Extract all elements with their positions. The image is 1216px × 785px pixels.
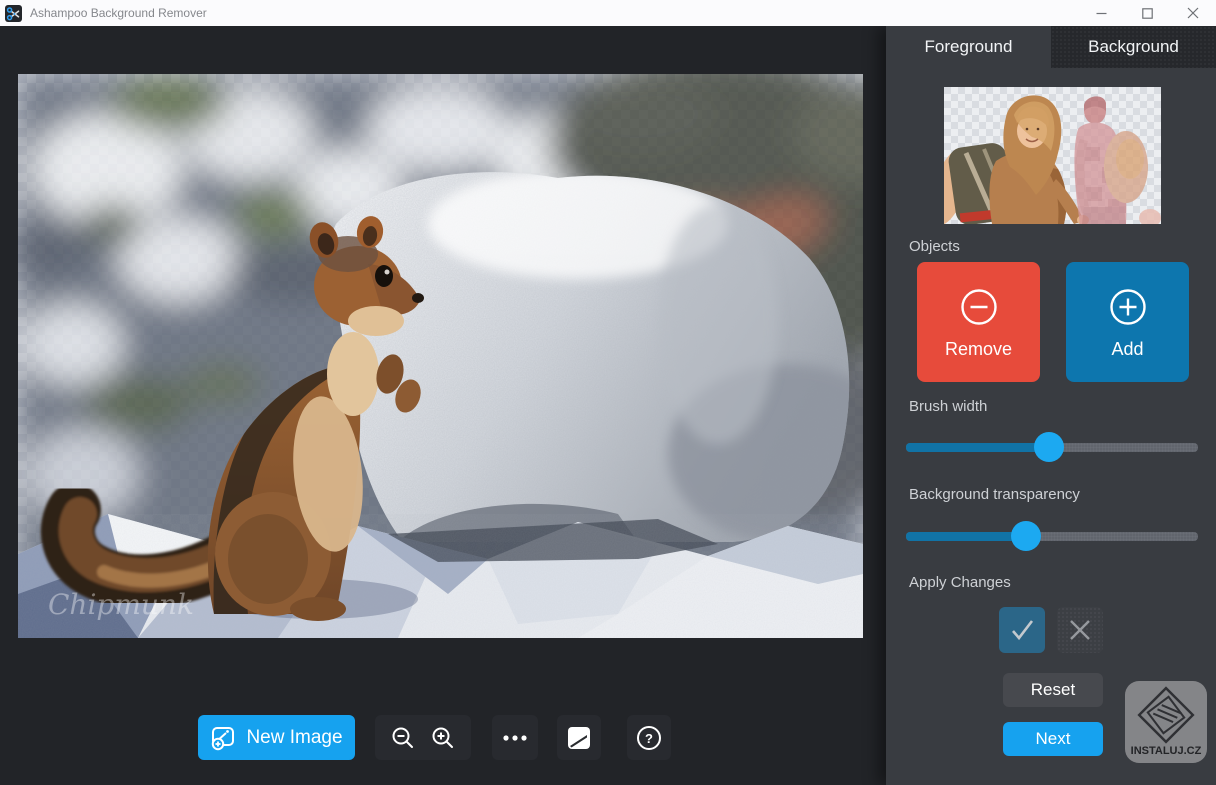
brush-width-label: Brush width [909, 398, 988, 415]
circle-minus-icon [960, 289, 997, 325]
apply-discard-button[interactable] [1057, 607, 1103, 653]
background-toggle-button[interactable] [557, 715, 601, 760]
window-controls [1078, 0, 1216, 26]
app-window: Ashampoo Background Remover Chipmunk New… [0, 0, 1216, 785]
sidebar-tabs: Foreground Background [886, 26, 1216, 68]
help-icon: ? [637, 725, 661, 750]
slider-thumb[interactable] [1010, 521, 1041, 551]
slider-thumb[interactable] [1034, 432, 1065, 462]
window-title: Ashampoo Background Remover [30, 6, 207, 20]
objects-buttons: Remove Add [917, 262, 1189, 382]
brush-width-slider[interactable] [906, 432, 1198, 462]
new-image-button[interactable]: New Image [198, 715, 355, 760]
objects-label: Objects [909, 238, 960, 255]
maximize-icon [1141, 7, 1153, 19]
apply-confirm-button[interactable] [999, 607, 1045, 653]
x-icon [1070, 620, 1090, 640]
apply-changes-buttons [999, 607, 1103, 653]
tab-foreground[interactable]: Foreground [886, 26, 1051, 68]
apply-changes-label: Apply Changes [909, 574, 1011, 591]
image-plus-icon [212, 727, 235, 751]
svg-text:?: ? [645, 731, 653, 746]
close-button[interactable] [1170, 0, 1216, 26]
add-button[interactable]: Add [1066, 262, 1189, 382]
background-transparency-label: Background transparency [909, 486, 1080, 503]
reset-button[interactable]: Reset [1003, 673, 1103, 707]
photo-watermark: Chipmunk [48, 588, 194, 621]
compare-icon [568, 726, 590, 749]
minimize-button[interactable] [1078, 0, 1124, 26]
instaluj-watermark-text: INSTALUJ.CZ [1131, 745, 1202, 757]
ellipsis-icon [503, 734, 527, 741]
scissors-icon [5, 4, 22, 22]
preview-thumbnail [944, 87, 1161, 224]
remove-button[interactable]: Remove [917, 262, 1040, 382]
slider-fill [906, 531, 1026, 541]
tab-foreground-label: Foreground [924, 37, 1013, 56]
zoom-out-icon[interactable] [390, 725, 416, 751]
tab-background[interactable]: Background [1051, 26, 1216, 68]
zoom-button-group [375, 715, 471, 760]
add-button-label: Add [1111, 339, 1144, 359]
main-area: Chipmunk New Image ? [0, 26, 886, 785]
remove-button-label: Remove [944, 339, 1013, 359]
new-image-label: New Image [246, 726, 343, 748]
check-icon [1012, 620, 1034, 641]
next-button[interactable]: Next [1003, 722, 1103, 756]
canvas-image[interactable]: Chipmunk [18, 74, 863, 638]
minimize-icon [1096, 12, 1106, 14]
sidebar: Foreground Background Objects Remove Add… [886, 26, 1216, 785]
slider-fill [906, 442, 1050, 452]
help-button[interactable]: ? [627, 715, 671, 760]
close-icon [1187, 7, 1199, 19]
more-options-button[interactable] [492, 715, 538, 760]
maximize-button[interactable] [1124, 0, 1170, 26]
background-transparency-slider[interactable] [906, 521, 1198, 551]
instaluj-watermark: INSTALUJ.CZ [1125, 681, 1207, 763]
circle-plus-icon [1109, 289, 1146, 325]
tab-background-label: Background [1088, 37, 1179, 56]
zoom-in-icon[interactable] [430, 725, 456, 751]
titlebar: Ashampoo Background Remover [0, 0, 1216, 26]
